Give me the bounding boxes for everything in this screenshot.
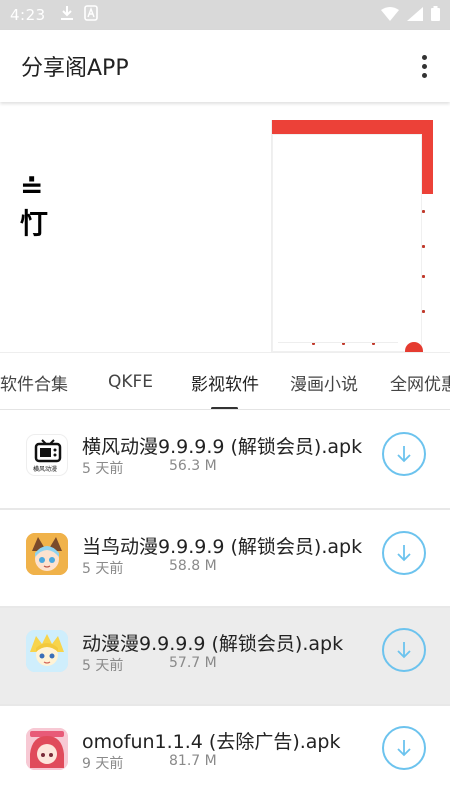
list-item[interactable]: 横风动漫 横风动漫9.9.9.9 (解锁会员).apk 5 天前 56.3 M (0, 410, 450, 508)
app-bar: 分享阁APP (0, 30, 450, 102)
file-time: 9 天前 (82, 756, 124, 772)
file-name: omofun1.1.4 (去除广告).apk (82, 731, 341, 753)
file-time: 5 天前 (82, 658, 124, 674)
tab-qkfe[interactable]: QKFE (108, 353, 153, 409)
app-icon-caption: 横风动漫 (33, 466, 58, 473)
file-size: 57.7 M (169, 655, 217, 671)
banner-phone-screenshot (271, 120, 433, 352)
tab-software-collection[interactable]: 软件合集 (0, 353, 68, 409)
download-arrow-icon (397, 740, 411, 757)
file-name: 横风动漫9.9.9.9 (解锁会员).apk (82, 436, 363, 458)
app-title: 分享阁APP (21, 56, 129, 81)
file-time: 5 天前 (82, 561, 124, 577)
tab-video-software[interactable]: 影视软件 (191, 353, 259, 409)
status-time: 4:23 (10, 6, 46, 24)
list-item[interactable]: omofun1.1.4 (去除广告).apk 9 天前 81.7 M (0, 706, 450, 800)
status-bar: 4:23 (0, 0, 450, 30)
app-icon (26, 728, 68, 770)
list-item[interactable]: 动漫漫9.9.9.9 (解锁会员).apk 5 天前 57.7 M (0, 608, 450, 706)
file-list: 横风动漫 横风动漫9.9.9.9 (解锁会员).apk 5 天前 56.3 M … (0, 410, 450, 800)
wifi-icon (381, 6, 399, 25)
download-button[interactable] (382, 432, 426, 476)
app-icon: 横风动漫 (26, 434, 68, 476)
signal-icon (407, 6, 423, 25)
banner[interactable]: ≐ 忊 (0, 102, 450, 352)
file-name: 当鸟动漫9.9.9.9 (解锁会员).apk (82, 536, 363, 558)
file-time: 5 天前 (82, 461, 124, 477)
download-button[interactable] (382, 531, 426, 575)
more-vert-icon[interactable] (404, 30, 444, 102)
file-size: 58.8 M (169, 558, 217, 574)
download-button[interactable] (382, 628, 426, 672)
download-arrow-icon (397, 446, 411, 463)
app-icon (26, 630, 68, 672)
list-item[interactable]: 当鸟动漫9.9.9.9 (解锁会员).apk 5 天前 58.8 M (0, 510, 450, 608)
battery-icon (431, 5, 440, 25)
file-size: 81.7 M (169, 753, 217, 769)
banner-text: ≐ 忊 (20, 171, 49, 240)
tab-comics-novels[interactable]: 漫画小说 (290, 353, 358, 409)
a-notification-icon (83, 5, 98, 25)
download-icon (60, 5, 74, 25)
tab-deals[interactable]: 全网优惠 (390, 353, 450, 409)
file-size: 56.3 M (169, 458, 217, 474)
category-tabs: 软件合集 QKFE 影视软件 漫画小说 全网优惠 (0, 352, 450, 410)
app-icon (26, 533, 68, 575)
download-button[interactable] (382, 726, 426, 770)
download-arrow-icon (397, 642, 411, 659)
download-arrow-icon (397, 545, 411, 562)
file-name: 动漫漫9.9.9.9 (解锁会员).apk (82, 633, 344, 655)
